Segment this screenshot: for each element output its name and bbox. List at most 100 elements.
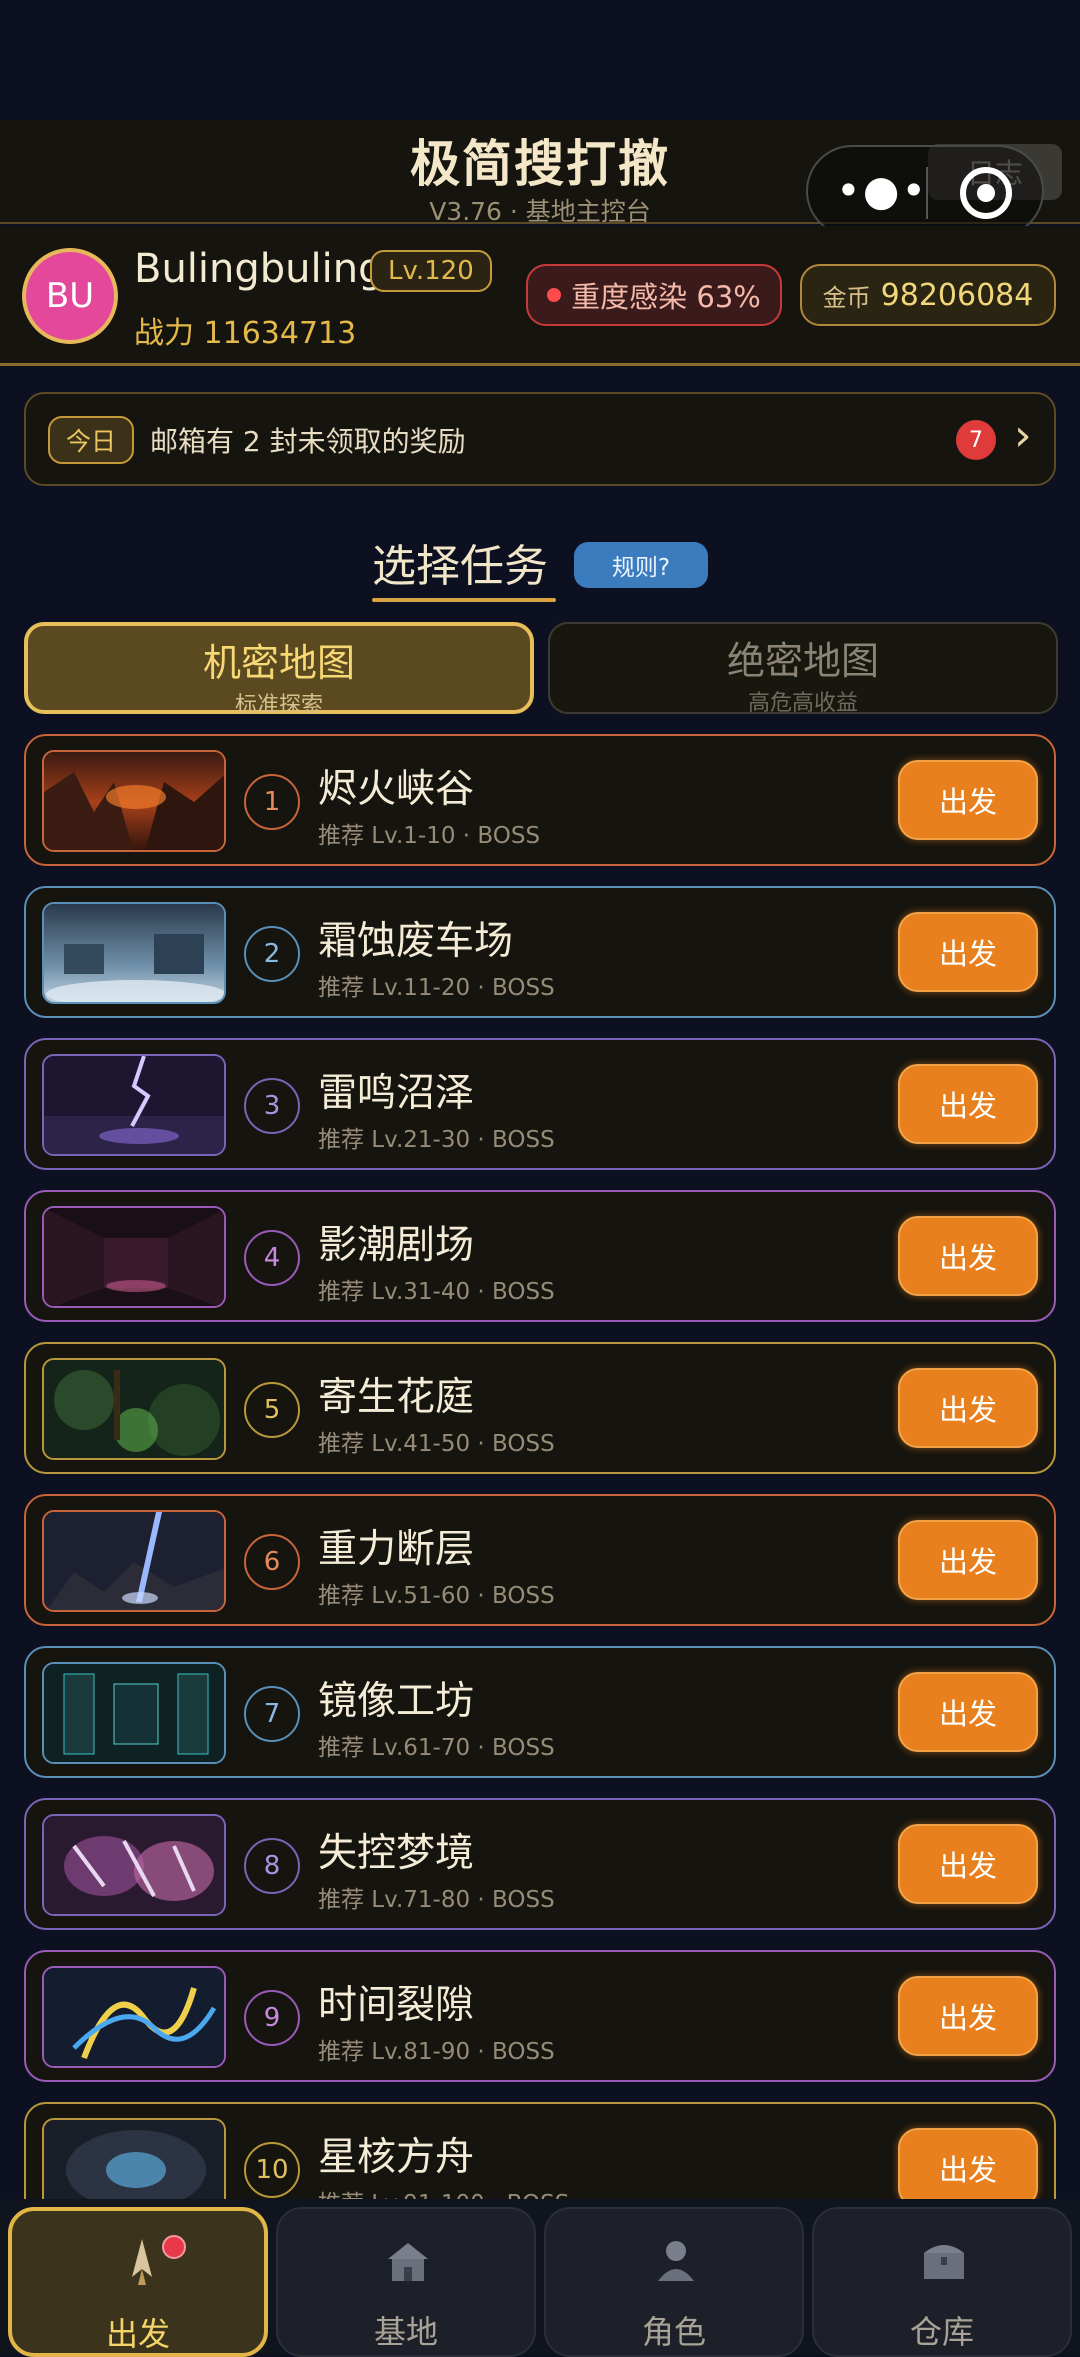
app-header: 极简搜打撤 V3.76 · 基地主控台 日志 •●• (0, 120, 1080, 237)
mission-number: 2 (244, 926, 300, 982)
mission-name: 影潮剧场 (318, 1223, 475, 1268)
notification-dot (162, 2235, 186, 2259)
chest-icon (924, 2245, 964, 2279)
gold-value: 98206084 (880, 277, 1034, 313)
mission-recommend: 推荐 Lv.71-80 · BOSS (318, 1887, 555, 1913)
notice-count-badge: 7 (956, 420, 996, 460)
tab-subtitle: 标准探索 (234, 693, 323, 718)
mission-number: 8 (244, 1838, 300, 1894)
mission-name: 烬火峡谷 (318, 767, 475, 812)
mission-thumbnail (42, 750, 226, 852)
mission-thumbnail (42, 1206, 226, 1308)
mission-number: 4 (244, 1230, 300, 1286)
depart-button[interactable]: 出发 (898, 760, 1038, 840)
today-tag: 今日 (48, 416, 134, 464)
mission-thumbnail (42, 1358, 226, 1460)
nav-label: 角色 (641, 2313, 706, 2351)
close-miniapp-icon[interactable] (960, 167, 1012, 219)
mission-recommend: 推荐 Lv.41-50 · BOSS (318, 1431, 555, 1457)
tab-subtitle: 高危高收益 (747, 691, 858, 716)
mission-recommend: 推荐 Lv.51-60 · BOSS (318, 1583, 555, 1609)
mission-recommend: 推荐 Lv.61-70 · BOSS (318, 1735, 555, 1761)
mission-name: 重力断层 (318, 1527, 475, 1572)
user-status-bar: BU Bulingbuling Lv.120 战力 11634713 重度感染 … (0, 226, 1080, 366)
mail-notice[interactable]: 今日 邮箱有 2 封未领取的奖励 7 › (24, 392, 1056, 486)
depart-button[interactable]: 出发 (898, 1216, 1038, 1296)
mission-number: 1 (244, 774, 300, 830)
depart-button[interactable]: 出发 (898, 2128, 1038, 2199)
mission-list[interactable]: 1 烬火峡谷 推荐 Lv.1-10 · BOSS 出发 2 霜蚀废车场 推荐 L… (0, 734, 1080, 2199)
mission-recommend: 推荐 Lv.81-90 · BOSS (318, 2039, 555, 2065)
mission-name: 霜蚀废车场 (318, 919, 514, 964)
mission-number: 10 (244, 2142, 300, 2198)
mission-card: 1 烬火峡谷 推荐 Lv.1-10 · BOSS 出发 (24, 734, 1056, 866)
depart-button[interactable]: 出发 (898, 912, 1038, 992)
tab-title: 绝密地图 (726, 639, 879, 683)
person-icon (658, 2241, 694, 2281)
gold-label: 金币 (822, 283, 871, 312)
mission-card: 5 寄生花庭 推荐 Lv.41-50 · BOSS 出发 (24, 1342, 1056, 1474)
depart-button[interactable]: 出发 (898, 1520, 1038, 1600)
depart-button[interactable]: 出发 (898, 1976, 1038, 2056)
miniapp-capsule: •●• (806, 145, 1044, 237)
mission-name: 雷鸣沼泽 (318, 1071, 475, 1116)
mission-recommend: 推荐 Lv.31-40 · BOSS (318, 1279, 555, 1305)
capsule-divider (926, 167, 928, 219)
avatar[interactable]: BU (22, 248, 118, 344)
mission-number: 6 (244, 1534, 300, 1590)
mission-number: 7 (244, 1686, 300, 1742)
mission-number: 3 (244, 1078, 300, 1134)
mission-thumbnail (42, 1510, 226, 1612)
depart-button[interactable]: 出发 (898, 1064, 1038, 1144)
mission-thumbnail (42, 902, 226, 1004)
mission-thumbnail (42, 1966, 226, 2068)
mission-thumbnail (42, 1054, 226, 1156)
nav-label: 出发 (105, 2315, 170, 2353)
mission-recommend: 推荐 Lv.91-100 · BOSS (318, 2184, 569, 2199)
mission-card: 7 镜像工坊 推荐 Lv.61-70 · BOSS 出发 (24, 1646, 1056, 1778)
notice-message: 邮箱有 2 封未领取的奖励 (150, 425, 466, 458)
mission-card: 2 霜蚀废车场 推荐 Lv.11-20 · BOSS 出发 (24, 886, 1056, 1018)
bottom-nav: 出发 基地 角色 仓库 (0, 2199, 1080, 2357)
section-title-underline (372, 598, 556, 602)
nav-label: 基地 (373, 2313, 438, 2351)
section-title: 选择任务 (372, 541, 548, 592)
depart-button[interactable]: 出发 (898, 1672, 1038, 1752)
nav-item-base[interactable]: 基地 (276, 2207, 536, 2357)
mission-card: 10 星核方舟 推荐 Lv.91-100 · BOSS 出发 (24, 2102, 1056, 2199)
mission-card: 3 雷鸣沼泽 推荐 Lv.21-30 · BOSS 出发 (24, 1038, 1056, 1170)
mission-number: 5 (244, 1382, 300, 1438)
base-icon (388, 2243, 428, 2281)
infection-dot-icon (547, 288, 562, 302)
mission-thumbnail (42, 1662, 226, 1764)
mission-thumbnail (42, 1814, 226, 1916)
more-menu-icon[interactable]: •●• (836, 170, 926, 212)
mission-card: 8 失控梦境 推荐 Lv.71-80 · BOSS 出发 (24, 1798, 1056, 1930)
rules-button[interactable]: 规则? (574, 542, 708, 588)
mission-card: 4 影潮剧场 推荐 Lv.31-40 · BOSS 出发 (24, 1190, 1056, 1322)
chevron-right-icon[interactable]: › (1014, 410, 1032, 461)
gold-badge[interactable]: 金币 98206084 (800, 264, 1056, 326)
tab-top-secret-map[interactable]: 绝密地图 高危高收益 (548, 622, 1058, 716)
depart-button[interactable]: 出发 (898, 1368, 1038, 1448)
mission-card: 6 重力断层 推荐 Lv.51-60 · BOSS 出发 (24, 1494, 1056, 1626)
nav-label: 仓库 (909, 2313, 974, 2351)
infection-badge[interactable]: 重度感染 63% (526, 264, 782, 326)
mission-number: 9 (244, 1990, 300, 2046)
mission-recommend: 推荐 Lv.11-20 · BOSS (318, 975, 555, 1001)
level-badge: Lv.120 (370, 250, 492, 292)
mission-recommend: 推荐 Lv.1-10 · BOSS (318, 823, 541, 849)
mission-recommend: 推荐 Lv.21-30 · BOSS (318, 1127, 555, 1153)
mission-thumbnail (42, 2118, 226, 2199)
username: Bulingbuling (134, 246, 384, 292)
mission-name: 星核方舟 (318, 2135, 475, 2180)
nav-item-depart[interactable]: 出发 (8, 2207, 268, 2357)
mission-name: 镜像工坊 (318, 1679, 475, 1724)
combat-power: 战力 11634713 (134, 316, 357, 351)
tab-secret-map[interactable]: 机密地图 标准探索 (24, 622, 534, 718)
nav-item-character[interactable]: 角色 (544, 2207, 804, 2357)
mission-card: 9 时间裂隙 推荐 Lv.81-90 · BOSS 出发 (24, 1950, 1056, 2082)
depart-button[interactable]: 出发 (898, 1824, 1038, 1904)
mission-name: 时间裂隙 (318, 1983, 475, 2028)
nav-item-storage[interactable]: 仓库 (812, 2207, 1072, 2357)
